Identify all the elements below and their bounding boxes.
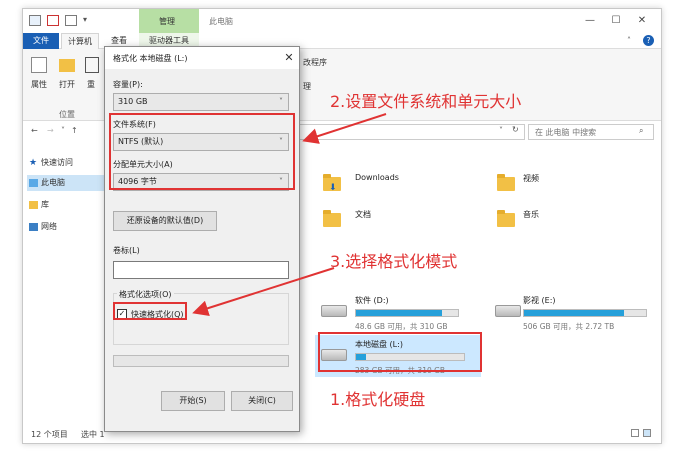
item-count: 12 个项目 [31,430,68,439]
address-bar[interactable] [281,124,525,140]
recent-locations-icon[interactable]: ˅ [61,126,65,135]
context-tab-group-label: 管理 [159,17,175,26]
close-button[interactable]: ✕ [631,14,653,28]
search-placeholder: 在 此电脑 中搜索 [535,128,597,137]
annotation-step-2: 2.设置文件系统和单元大小 [330,92,522,111]
dialog-close-btn[interactable]: 关闭(C) [231,391,293,411]
selected-count: 选中 1 [81,430,105,439]
new-folder-icon[interactable] [65,15,77,26]
navigation-pane: ★ 快速访问 此电脑 库 网络 [23,149,111,429]
capacity-label: 容量(P): [113,80,143,89]
folder-music[interactable]: 音乐 [489,205,629,231]
computer-icon[interactable] [29,15,41,26]
properties-large-icon [31,57,47,73]
start-button[interactable]: 开始(S) [161,391,225,411]
folder-label: 视频 [523,174,539,183]
drive-free-space: 48.6 GB 可用，共 310 GB [355,322,448,331]
folder-label: 文档 [355,210,371,219]
ribbon-button-manage[interactable]: 理 [303,81,311,92]
music-folder-icon [497,210,515,227]
address-dropdown-icon[interactable]: ˅ [499,126,503,135]
dialog-close-button[interactable]: ✕ [281,50,297,66]
refresh-icon[interactable]: ↻ [512,125,519,134]
maximize-button[interactable]: ☐ [605,14,627,28]
details-view-icon[interactable] [631,429,639,437]
star-icon: ★ [29,158,38,168]
library-icon [29,201,38,209]
ribbon-button-open[interactable]: 打开 [59,79,75,90]
title-bar [23,9,661,33]
restore-defaults-button[interactable]: 还原设备的默认值(D) [113,211,217,231]
search-input[interactable]: 在 此电脑 中搜索 ⌕ [528,124,654,140]
qat-dropdown-icon[interactable]: ▾ [83,15,87,24]
ribbon-button-properties[interactable]: 属性 [31,79,47,90]
highlight-drive-l [318,332,482,372]
drive-usage-bar [523,309,647,317]
open-large-icon [59,59,75,72]
nav-item-label: 此电脑 [41,178,65,187]
capacity-select[interactable]: 310 GB ˅ [113,93,289,111]
tab-computer[interactable]: 计算机 [61,33,99,49]
rename-large-icon [85,57,99,73]
format-progress-bar [113,355,289,367]
drive-name: 软件 (D:) [355,296,389,305]
collapse-ribbon-icon[interactable]: ˄ [627,36,631,45]
folder-documents[interactable]: 文档 [315,205,455,231]
volume-label-input[interactable] [113,261,289,279]
nav-item-label: 快速访问 [41,158,73,167]
documents-folder-icon [323,210,341,227]
nav-item-label: 网络 [41,222,57,231]
tiles-view-icon[interactable] [643,429,651,437]
minimize-button[interactable]: — [579,14,601,28]
properties-icon[interactable] [47,15,59,26]
capacity-value: 310 GB [118,97,148,106]
highlight-quick-format [113,302,187,320]
window-title: 此电脑 [209,17,233,26]
nav-item-quick-access[interactable]: ★ 快速访问 [27,155,105,171]
nav-item-libraries[interactable]: 库 [27,197,105,213]
drive-usage-fill [356,310,442,316]
hard-drive-icon [321,305,347,317]
drive-tile-e[interactable]: 影视 (E:) 506 GB 可用，共 2.72 TB [489,293,649,333]
nav-item-network[interactable]: 网络 [27,219,105,235]
format-options-label: 格式化选项(O) [117,289,174,300]
drive-free-space: 506 GB 可用，共 2.72 TB [523,322,615,331]
folder-videos[interactable]: 视频 [489,169,629,195]
video-folder-icon [497,174,515,191]
folder-label: 音乐 [523,210,539,219]
ribbon-group-location: 位置 [59,110,75,119]
drive-name: 影视 (E:) [523,296,556,305]
highlight-filesystem-settings [109,113,295,190]
forward-icon[interactable]: → [47,126,54,135]
computer-icon [29,179,38,187]
nav-item-label: 库 [41,200,49,209]
drive-usage-bar [355,309,459,317]
help-icon[interactable]: ? [643,35,654,46]
dialog-title: 格式化 本地磁盘 (L:) [113,54,188,63]
ribbon-button-rename[interactable]: 重 [87,79,95,90]
up-icon[interactable]: ↑ [71,126,78,135]
network-icon [29,223,38,231]
hard-drive-icon [495,305,521,317]
chevron-down-icon: ˅ [279,97,283,106]
folder-label: Downloads [355,173,399,182]
annotation-step-1: 1.格式化硬盘 [330,390,426,409]
download-arrow-icon: ⬇ [329,183,337,193]
volume-label-label: 卷标(L) [113,246,140,255]
tab-file[interactable]: 文件 [23,33,59,49]
format-dialog: 格式化 本地磁盘 (L:) ✕ 容量(P): 310 GB ˅ 文件系统(F) … [104,46,300,432]
search-icon: ⌕ [639,126,644,135]
annotation-step-3: 3.选择格式化模式 [330,252,458,271]
nav-item-this-pc[interactable]: 此电脑 [27,175,105,191]
back-icon[interactable]: ← [31,126,38,135]
folder-downloads[interactable]: ⬇ Downloads [315,169,455,195]
ribbon-button-uninstall[interactable]: 改程序 [303,57,327,68]
drive-tile-d[interactable]: 软件 (D:) 48.6 GB 可用，共 310 GB [315,293,475,333]
drive-usage-fill [524,310,625,316]
